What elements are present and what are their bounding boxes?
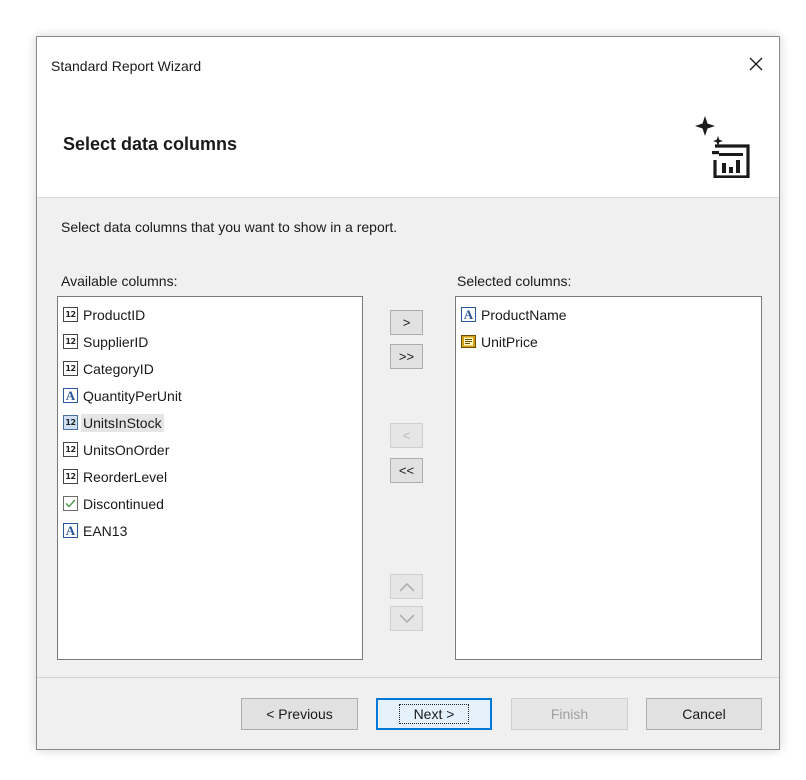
list-item[interactable]: 12 ProductID xyxy=(58,301,362,328)
chevron-up-icon xyxy=(398,582,415,592)
close-button[interactable] xyxy=(739,47,773,81)
next-button-label: Next > xyxy=(398,704,470,724)
chevron-down-icon xyxy=(398,613,415,623)
report-wizard-dialog: Standard Report Wizard Select data colum… xyxy=(36,36,780,750)
number-type-icon: 12 xyxy=(63,334,78,349)
wizard-header: Standard Report Wizard Select data colum… xyxy=(37,37,779,198)
string-type-icon: A xyxy=(63,523,78,538)
selected-columns-list[interactable]: A ProductName UnitPrice xyxy=(455,296,762,660)
string-type-icon: A xyxy=(63,388,78,403)
close-icon xyxy=(749,57,763,71)
number-type-icon: 12 xyxy=(63,307,78,322)
available-columns-label: Available columns: xyxy=(61,273,178,289)
column-name: QuantityPerUnit xyxy=(83,387,182,404)
currency-type-icon xyxy=(461,334,476,349)
finish-button[interactable]: Finish xyxy=(511,698,628,730)
boolean-type-icon xyxy=(63,496,78,511)
list-item[interactable]: 12 SupplierID xyxy=(58,328,362,355)
cancel-button[interactable]: Cancel xyxy=(646,698,762,730)
column-name: UnitsOnOrder xyxy=(83,441,170,458)
number-type-icon: 12 xyxy=(63,361,78,376)
available-columns-list[interactable]: 12 ProductID 12 SupplierID 12 CategoryID A Quan… xyxy=(57,296,363,660)
number-type-icon: 12 xyxy=(63,415,78,430)
list-item[interactable]: 12 UnitsOnOrder xyxy=(58,436,362,463)
previous-button[interactable]: < Previous xyxy=(241,698,358,730)
remove-column-button[interactable]: < xyxy=(390,423,423,448)
move-up-button[interactable] xyxy=(390,574,423,599)
footer-divider xyxy=(37,677,779,678)
column-name: EAN13 xyxy=(83,522,128,539)
page-title: Select data columns xyxy=(63,134,238,154)
column-name: Discontinued xyxy=(83,495,164,512)
move-down-button[interactable] xyxy=(390,606,423,631)
column-name: UnitPrice xyxy=(481,333,538,350)
column-name: UnitsInStock xyxy=(81,413,164,432)
column-name: CategoryID xyxy=(83,360,154,377)
step-description: Select data columns that you want to sho… xyxy=(61,219,398,235)
string-type-icon: A xyxy=(461,307,476,322)
list-item[interactable]: 12 ReorderLevel xyxy=(58,463,362,490)
list-item[interactable]: UnitPrice xyxy=(456,328,761,355)
number-type-icon: 12 xyxy=(63,469,78,484)
add-column-button[interactable]: > xyxy=(390,310,423,335)
list-item[interactable]: A QuantityPerUnit xyxy=(58,382,362,409)
column-name: SupplierID xyxy=(83,333,149,350)
column-name: ProductID xyxy=(83,306,146,323)
remove-all-columns-button[interactable]: << xyxy=(390,458,423,483)
list-item[interactable]: 12 CategoryID xyxy=(58,355,362,382)
list-item[interactable]: A ProductName xyxy=(456,301,761,328)
column-name: ReorderLevel xyxy=(83,468,168,485)
selected-columns-label: Selected columns: xyxy=(457,273,572,289)
list-item[interactable]: Discontinued xyxy=(58,490,362,517)
number-type-icon: 12 xyxy=(63,442,78,457)
column-name: ProductName xyxy=(481,306,567,323)
report-wizard-icon xyxy=(695,116,750,178)
list-item[interactable]: A EAN13 xyxy=(58,517,362,544)
next-button[interactable]: Next > xyxy=(376,698,492,730)
add-all-columns-button[interactable]: >> xyxy=(390,344,423,369)
list-item[interactable]: 12 UnitsInStock xyxy=(58,409,362,436)
window-title: Standard Report Wizard xyxy=(51,58,202,74)
